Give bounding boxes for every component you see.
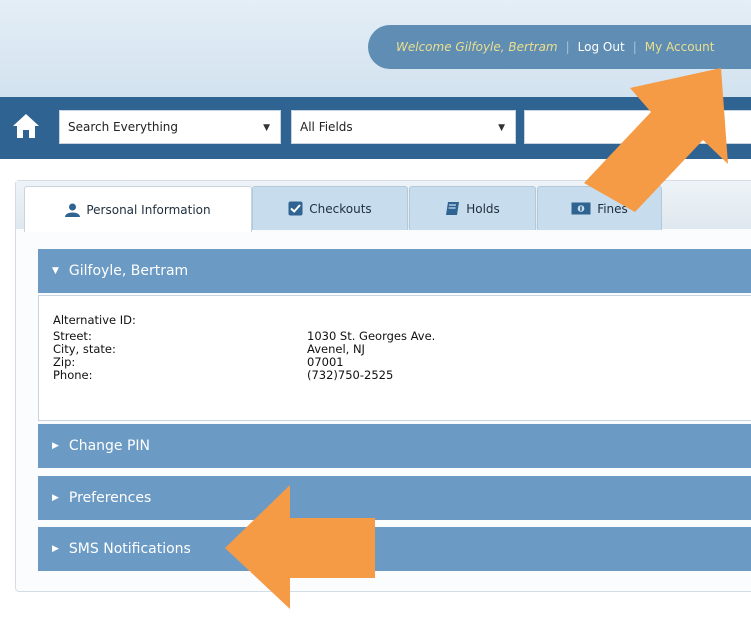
book-icon	[446, 202, 460, 215]
welcome-message: Welcome Gilfoyle, Bertram	[396, 40, 558, 54]
tab-label: Holds	[466, 201, 500, 216]
chevron-right-icon: ▶	[52, 441, 59, 451]
chevron-right-icon: ▶	[52, 544, 59, 554]
search-scope-select[interactable]: Search Everything ▼	[59, 110, 281, 144]
accordion-preferences[interactable]: ▶ Preferences	[38, 476, 751, 520]
personal-info-body: Alternative ID: Street: 1030 St. Georges…	[38, 295, 751, 421]
my-account-link[interactable]: My Account	[645, 40, 715, 54]
tab-personal-information[interactable]: Personal Information	[24, 186, 252, 232]
arrow-annotation-icon	[584, 68, 728, 212]
separator: |	[632, 40, 637, 54]
section-label: Change PIN	[68, 438, 151, 454]
chevron-down-icon: ▼	[498, 123, 505, 133]
accordion-sms-notifications[interactable]: ▶ SMS Notifications	[38, 527, 751, 571]
chevron-down-icon: ▼	[263, 123, 270, 133]
home-icon[interactable]	[11, 111, 41, 141]
phone-value: (732)750-2525	[307, 368, 394, 382]
search-field-value: All Fields	[300, 120, 353, 134]
search-scope-value: Search Everything	[68, 120, 179, 134]
field-label: Phone:	[53, 368, 93, 382]
section-label: Preferences	[68, 490, 152, 506]
person-icon	[65, 203, 81, 217]
logout-link[interactable]: Log Out	[578, 40, 625, 54]
search-field-select[interactable]: All Fields ▼	[291, 110, 516, 144]
account-name: Gilfoyle, Bertram	[68, 263, 189, 279]
chevron-right-icon: ▶	[52, 493, 59, 503]
tab-label: Personal Information	[86, 202, 211, 217]
accordion-personal-info[interactable]: ▼ Gilfoyle, Bertram	[38, 249, 751, 293]
chevron-down-icon: ▼	[52, 266, 59, 276]
separator: |	[565, 40, 570, 54]
section-label: SMS Notifications	[68, 541, 191, 557]
accordion-change-pin[interactable]: ▶ Change PIN	[38, 424, 751, 468]
tab-checkouts[interactable]: Checkouts	[252, 186, 408, 230]
tab-label: Checkouts	[309, 201, 372, 216]
field-label: Alternative ID:	[53, 313, 136, 327]
checkbox-icon	[288, 201, 303, 216]
arrow-annotation-icon	[225, 485, 375, 609]
tab-holds[interactable]: Holds	[409, 186, 536, 230]
